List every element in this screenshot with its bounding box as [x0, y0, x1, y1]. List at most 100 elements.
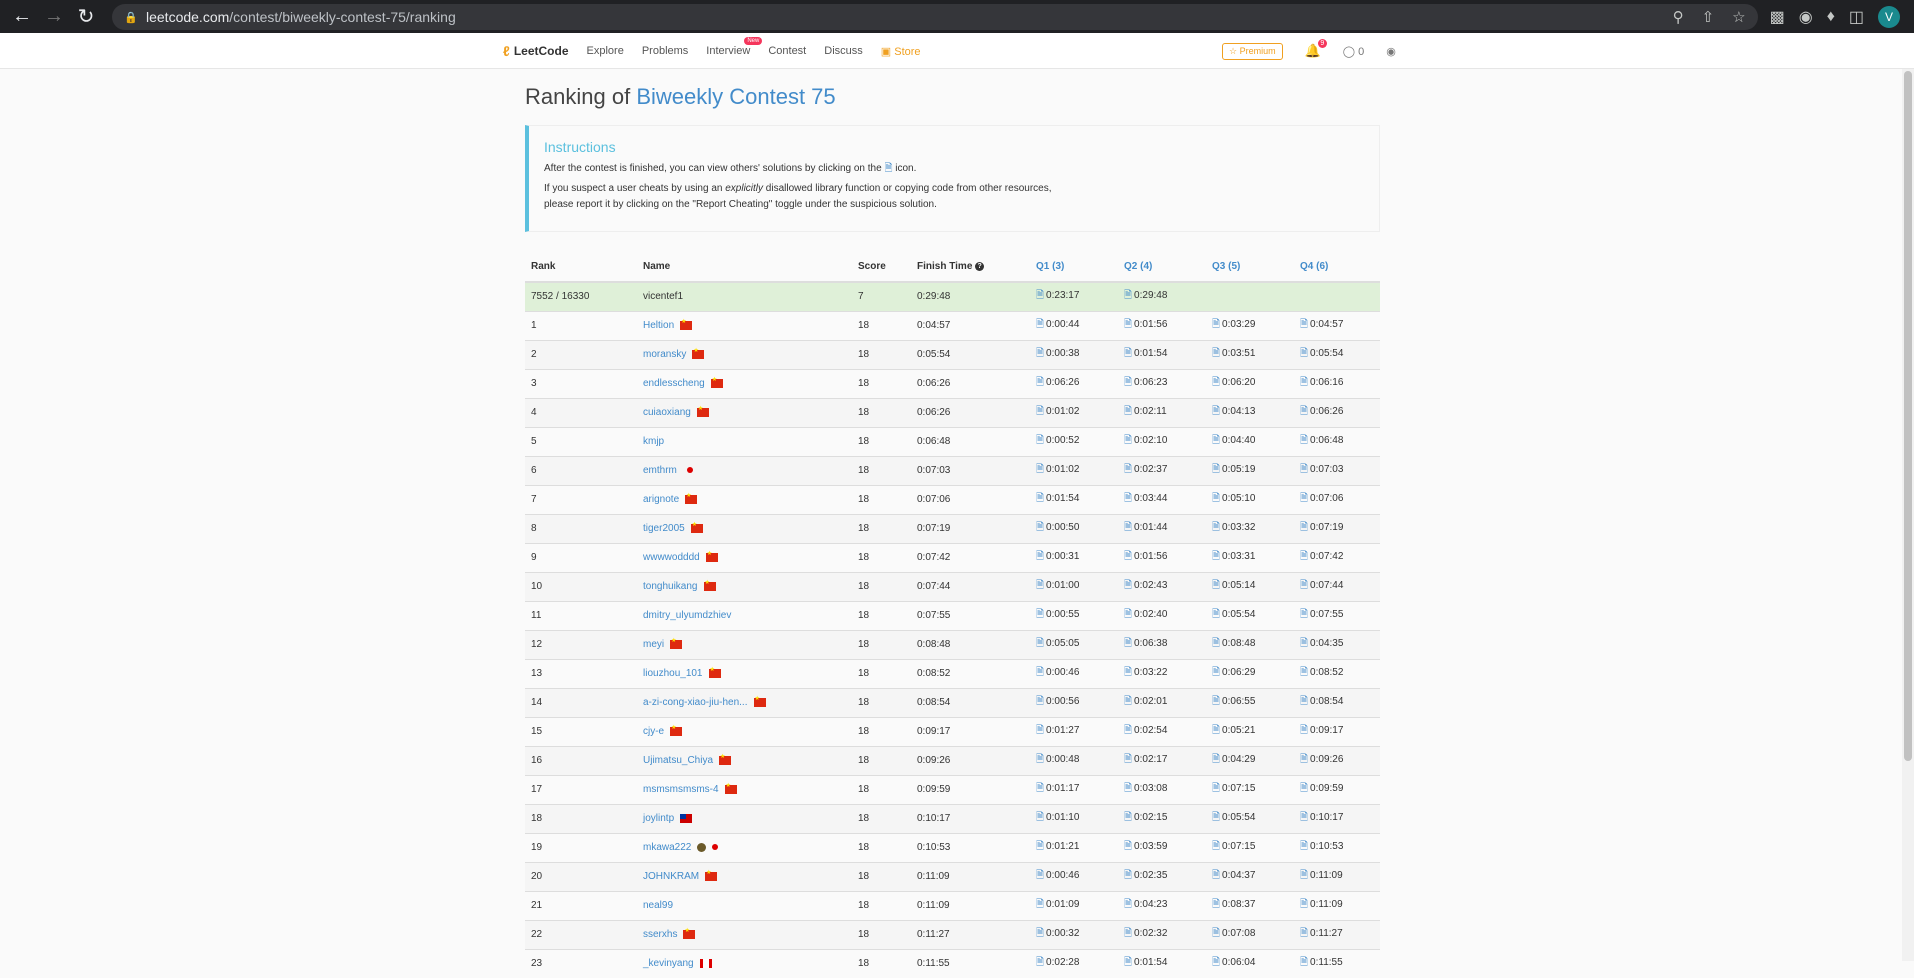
- address-bar[interactable]: 🔒 leetcode.com/contest/biweekly-contest-…: [112, 3, 1758, 30]
- solution-doc-icon[interactable]: 🗎: [1300, 522, 1308, 533]
- user-link[interactable]: emthrm: [643, 465, 677, 476]
- solution-doc-icon[interactable]: 🗎: [1036, 464, 1044, 475]
- solution-doc-icon[interactable]: 🗎: [1212, 812, 1220, 823]
- solution-doc-icon[interactable]: 🗎: [1300, 754, 1308, 765]
- q4-cell[interactable]: 🗎 0:09:17: [1294, 716, 1380, 746]
- premium-button[interactable]: ☆ Premium: [1222, 42, 1283, 60]
- q1-cell[interactable]: 🗎 0:00:55: [1030, 600, 1118, 630]
- q3-cell[interactable]: 🗎 0:03:51: [1206, 339, 1294, 369]
- solution-doc-icon[interactable]: 🗎: [1212, 870, 1220, 881]
- user-link[interactable]: arignote: [643, 494, 679, 505]
- q4-cell[interactable]: 🗎 0:08:52: [1294, 658, 1380, 688]
- solution-doc-icon[interactable]: 🗎: [1300, 928, 1308, 939]
- solution-doc-icon[interactable]: 🗎: [1124, 870, 1132, 881]
- user-link[interactable]: sserxhs: [643, 929, 677, 940]
- q4-cell[interactable]: 🗎 0:04:35: [1294, 629, 1380, 659]
- solution-doc-icon[interactable]: 🗎: [1300, 580, 1308, 591]
- reload-icon[interactable]: ↻: [72, 3, 100, 31]
- q1-cell[interactable]: 🗎 0:02:28: [1030, 948, 1118, 978]
- q1-cell[interactable]: 🗎 0:00:44: [1030, 310, 1118, 340]
- solution-doc-icon[interactable]: 🗎: [1212, 928, 1220, 939]
- q3-cell[interactable]: 🗎 0:03:32: [1206, 513, 1294, 543]
- q2-cell[interactable]: 🗎 0:03:59: [1118, 832, 1206, 862]
- q4-cell[interactable]: 🗎 0:07:19: [1294, 513, 1380, 543]
- solution-doc-icon[interactable]: 🗎: [1124, 928, 1132, 939]
- solution-doc-icon[interactable]: 🗎: [1036, 783, 1044, 794]
- solution-doc-icon[interactable]: 🗎: [1124, 319, 1132, 330]
- solution-doc-icon[interactable]: 🗎: [1300, 609, 1308, 620]
- solution-doc-icon[interactable]: 🗎: [1036, 841, 1044, 852]
- q1-cell[interactable]: 🗎 0:01:02: [1030, 397, 1118, 427]
- leetcode-logo[interactable]: ℓ LeetCode: [503, 43, 569, 59]
- q2-cell[interactable]: 🗎 0:02:32: [1118, 919, 1206, 949]
- q4-cell[interactable]: 🗎 0:07:42: [1294, 542, 1380, 572]
- col-q4[interactable]: Q4 (6): [1294, 252, 1380, 283]
- q2-cell[interactable]: 🗎 0:03:44: [1118, 484, 1206, 514]
- q1-cell[interactable]: 🗎 0:01:00: [1030, 571, 1118, 601]
- solution-doc-icon[interactable]: 🗎: [1036, 638, 1044, 649]
- user-link[interactable]: Heltion: [643, 320, 674, 331]
- q1-cell[interactable]: 🗎 0:00:31: [1030, 542, 1118, 572]
- puzzle-extensions-icon[interactable]: ♦: [1827, 8, 1835, 26]
- solution-doc-icon[interactable]: 🗎: [1300, 841, 1308, 852]
- q2-cell[interactable]: 🗎 0:02:35: [1118, 861, 1206, 891]
- solution-doc-icon[interactable]: 🗎: [1036, 406, 1044, 417]
- solution-doc-icon[interactable]: 🗎: [1036, 899, 1044, 910]
- solution-doc-icon[interactable]: 🗎: [1036, 957, 1044, 968]
- q2-cell[interactable]: 🗎 0:02:40: [1118, 600, 1206, 630]
- solution-doc-icon[interactable]: 🗎: [1124, 435, 1132, 446]
- nav-interview[interactable]: Interview New: [706, 37, 763, 57]
- solution-doc-icon[interactable]: 🗎: [1212, 377, 1220, 388]
- solution-doc-icon[interactable]: 🗎: [1036, 348, 1044, 359]
- q4-cell[interactable]: 🗎 0:10:17: [1294, 803, 1380, 833]
- q1-cell[interactable]: 🗎 0:00:48: [1030, 745, 1118, 775]
- q4-cell[interactable]: 🗎 0:04:57: [1294, 310, 1380, 340]
- q4-cell[interactable]: 🗎 0:06:26: [1294, 397, 1380, 427]
- q1-cell[interactable]: 🗎 0:00:32: [1030, 919, 1118, 949]
- solution-doc-icon[interactable]: 🗎: [1124, 783, 1132, 794]
- user-link[interactable]: liouzhou_101: [643, 668, 703, 679]
- user-link[interactable]: cjy-e: [643, 726, 664, 737]
- q1-cell[interactable]: 🗎 0:00:50: [1030, 513, 1118, 543]
- solution-doc-icon[interactable]: 🗎: [1036, 812, 1044, 823]
- q3-cell[interactable]: 🗎 0:05:14: [1206, 571, 1294, 601]
- solution-doc-icon[interactable]: 🗎: [1036, 435, 1044, 446]
- col-q3[interactable]: Q3 (5): [1206, 252, 1294, 283]
- solution-doc-icon[interactable]: 🗎: [1124, 522, 1132, 533]
- q4-cell[interactable]: 🗎 0:11:55: [1294, 948, 1380, 978]
- q2-cell[interactable]: 🗎 0:03:08: [1118, 774, 1206, 804]
- sidebar-toggle-icon[interactable]: ◫: [1849, 7, 1864, 27]
- q1-cell[interactable]: 🗎 0:01:17: [1030, 774, 1118, 804]
- solution-doc-icon[interactable]: 🗎: [1300, 696, 1308, 707]
- profile-avatar[interactable]: V: [1878, 5, 1900, 28]
- solution-doc-icon[interactable]: 🗎: [1300, 319, 1308, 330]
- solution-doc-icon[interactable]: 🗎: [1212, 551, 1220, 562]
- solution-doc-icon[interactable]: 🗎: [1300, 493, 1308, 504]
- solution-doc-icon[interactable]: 🗎: [1212, 899, 1220, 910]
- q3-cell[interactable]: 🗎 0:04:13: [1206, 397, 1294, 427]
- q1-cell[interactable]: 🗎 0:00:46: [1030, 658, 1118, 688]
- solution-doc-icon[interactable]: 🗎: [1124, 841, 1132, 852]
- zoom-icon[interactable]: ⚲: [1673, 8, 1684, 26]
- solution-doc-icon[interactable]: 🗎: [1036, 725, 1044, 736]
- q2-cell[interactable]: 🗎 0:02:43: [1118, 571, 1206, 601]
- q2-cell[interactable]: 🗎 0:02:37: [1118, 455, 1206, 485]
- q3-cell[interactable]: 🗎 0:06:55: [1206, 687, 1294, 717]
- q2-cell[interactable]: 🗎 0:01:54: [1118, 339, 1206, 369]
- q4-cell[interactable]: 🗎 0:11:09: [1294, 861, 1380, 891]
- q2-cell[interactable]: 🗎 0:02:17: [1118, 745, 1206, 775]
- solution-doc-icon[interactable]: 🗎: [1124, 754, 1132, 765]
- user-link[interactable]: tonghuikang: [643, 581, 698, 592]
- solution-doc-icon[interactable]: 🗎: [1124, 348, 1132, 359]
- q3-cell[interactable]: 🗎 0:06:29: [1206, 658, 1294, 688]
- solution-doc-icon[interactable]: 🗎: [1036, 290, 1044, 301]
- solution-doc-icon[interactable]: 🗎: [1212, 783, 1220, 794]
- q1-cell[interactable]: 🗎 0:01:27: [1030, 716, 1118, 746]
- page-scrollbar[interactable]: [1902, 69, 1914, 961]
- user-link[interactable]: moransky: [643, 349, 686, 360]
- solution-doc-icon[interactable]: 🗎: [1036, 522, 1044, 533]
- q4-cell[interactable]: 🗎 0:08:54: [1294, 687, 1380, 717]
- question-circle-icon[interactable]: ?: [975, 261, 985, 271]
- q1-cell[interactable]: 🗎 0:01:10: [1030, 803, 1118, 833]
- solution-doc-icon[interactable]: 🗎: [1300, 638, 1308, 649]
